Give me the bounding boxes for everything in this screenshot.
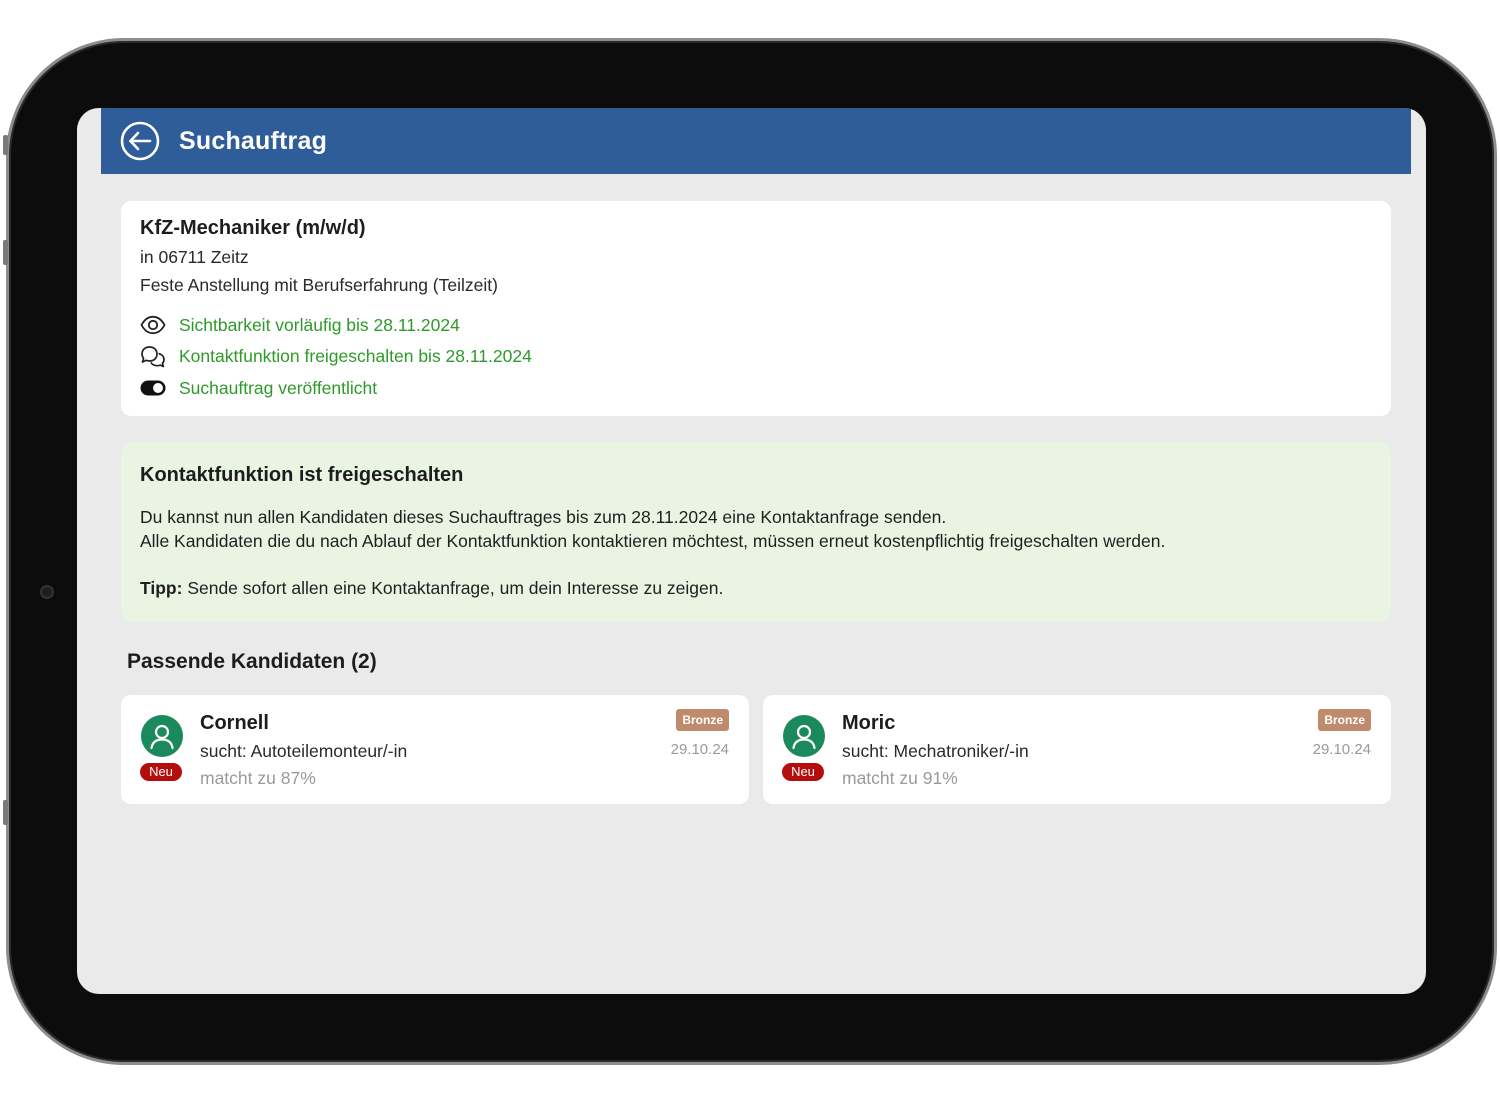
job-title: KfZ-Mechaniker (m/w/d) xyxy=(140,217,366,239)
tip-text: Sende sofort allen eine Kontaktanfrage, … xyxy=(182,578,724,598)
info-line: Du kannst nun allen Kandidaten dieses Su… xyxy=(140,507,947,527)
new-badge: Neu xyxy=(140,763,182,781)
front-camera xyxy=(40,585,54,599)
app-bar: Suchauftrag xyxy=(101,108,1411,174)
job-location: in 06711 Zeitz xyxy=(140,247,249,267)
new-badge: Neu xyxy=(782,763,824,781)
candidate-seeks: sucht: Mechatroniker/-in xyxy=(842,741,1029,761)
arrow-left-circle-icon xyxy=(120,121,160,161)
app-screen: Suchauftrag KfZ-Mechaniker (m/w/d) in 06… xyxy=(77,108,1426,994)
status-list: Sichtbarkeit vorläufig bis 28.11.2024 Ko… xyxy=(140,312,1372,401)
contact-function-info-box: Kontaktfunktion ist freigeschalten Du ka… xyxy=(121,442,1391,622)
job-summary-card: KfZ-Mechaniker (m/w/d) in 06711 Zeitz Fe… xyxy=(121,201,1391,416)
status-label: Sichtbarkeit vorläufig bis 28.11.2024 xyxy=(179,314,460,335)
tip-label: Tipp: xyxy=(140,578,183,598)
toggle-on-icon[interactable] xyxy=(140,376,166,400)
info-title: Kontaktfunktion ist freigeschalten xyxy=(140,464,464,486)
hardware-button xyxy=(3,135,8,155)
user-avatar-icon xyxy=(141,715,183,757)
candidate-name: Cornell xyxy=(200,712,269,734)
level-badge: Bronze xyxy=(1318,709,1371,731)
info-text: Du kannst nun allen Kandidaten dieses Su… xyxy=(140,505,1372,553)
hardware-button xyxy=(3,240,8,265)
candidate-card[interactable]: Neu Moric sucht: Mechatroniker/-in match… xyxy=(763,695,1391,804)
candidate-date: 29.10.24 xyxy=(1312,741,1371,758)
candidate-match: matcht zu 91% xyxy=(842,768,958,788)
user-avatar-icon xyxy=(783,715,825,757)
level-badge: Bronze xyxy=(676,709,729,731)
tip-line: Tipp: Sende sofort allen eine Kontaktanf… xyxy=(140,578,1372,599)
status-visibility[interactable]: Sichtbarkeit vorläufig bis 28.11.2024 xyxy=(140,312,1372,338)
status-contact-function[interactable]: Kontaktfunktion freigeschalten bis 28.11… xyxy=(140,344,1372,370)
status-label: Kontaktfunktion freigeschalten bis 28.11… xyxy=(179,346,532,366)
candidate-name: Moric xyxy=(842,712,896,734)
candidate-match: matcht zu 87% xyxy=(200,768,316,788)
back-button[interactable] xyxy=(120,121,160,161)
candidates-section-title: Passende Kandidaten (2) xyxy=(127,650,377,673)
job-employment-type: Feste Anstellung mit Berufserfahrung (Te… xyxy=(140,275,498,295)
hardware-button xyxy=(3,800,8,825)
status-published[interactable]: Suchauftrag veröffentlicht xyxy=(140,375,1372,401)
page-title: Suchauftrag xyxy=(179,126,328,155)
candidate-seeks: sucht: Autoteilemonteur/-in xyxy=(200,741,408,761)
status-label: Suchauftrag veröffentlicht xyxy=(179,377,378,398)
chat-bubbles-icon xyxy=(140,345,166,369)
candidate-date: 29.10.24 xyxy=(670,741,729,758)
eye-icon xyxy=(140,313,166,337)
candidate-card[interactable]: Neu Cornell sucht: Autoteilemonteur/-in … xyxy=(121,695,749,804)
info-line: Alle Kandidaten die du nach Ablauf der K… xyxy=(140,531,1166,551)
